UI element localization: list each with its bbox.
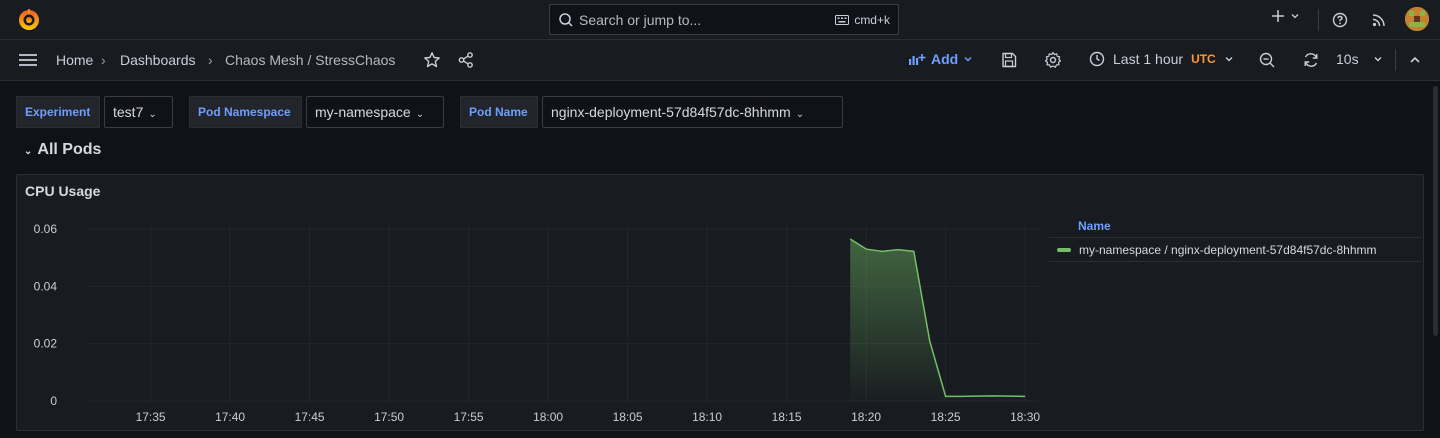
chevron-up-icon[interactable] xyxy=(1408,53,1422,67)
variable-select-pod-namespace[interactable]: my-namespace ⌄ xyxy=(306,96,444,128)
search-shortcut: cmd+k xyxy=(835,13,890,27)
legend-series-name: my-namespace / nginx-deployment-57d84f57… xyxy=(1079,242,1377,257)
y-tick-label: 0.06 xyxy=(34,222,58,236)
top-bar: Search or jump to... cmd+k xyxy=(0,0,1440,40)
y-tick-label: 0.02 xyxy=(34,337,58,351)
x-tick-label: 17:45 xyxy=(295,410,325,424)
refresh-icon[interactable] xyxy=(1302,51,1320,69)
chevron-down-icon xyxy=(1374,57,1382,62)
new-dropdown-button[interactable] xyxy=(1270,8,1301,24)
variable-label-experiment: Experiment xyxy=(16,96,100,128)
refresh-interval-picker[interactable]: 10s xyxy=(1336,51,1383,67)
avatar[interactable] xyxy=(1405,7,1429,31)
grafana-logo-icon[interactable] xyxy=(17,8,41,32)
variable-select-pod-name[interactable]: nginx-deployment-57d84f57dc-8hhmm ⌄ xyxy=(542,96,843,128)
divider xyxy=(1395,49,1396,71)
x-tick-label: 18:30 xyxy=(1010,410,1040,424)
y-tick-label: 0 xyxy=(50,394,57,408)
x-tick-label: 18:15 xyxy=(772,410,802,424)
x-tick-label: 18:10 xyxy=(692,410,722,424)
variable-select-experiment[interactable]: test7 ⌄ xyxy=(104,96,173,128)
breadcrumb-separator: › xyxy=(208,52,213,68)
help-icon[interactable] xyxy=(1332,12,1348,28)
row-header-all-pods[interactable]: ⌄ All Pods xyxy=(24,141,101,159)
divider xyxy=(1318,9,1319,31)
time-picker-button[interactable]: Last 1 hour UTC xyxy=(1089,51,1234,67)
breadcrumb-separator: › xyxy=(101,52,106,68)
chevron-down-icon: ⌄ xyxy=(415,109,425,120)
x-tick-label: 18:00 xyxy=(533,410,563,424)
timezone-label: UTC xyxy=(1191,52,1216,66)
chevron-down-icon xyxy=(1291,14,1299,19)
chevron-down-icon: ⌄ xyxy=(795,109,805,120)
zoom-out-icon[interactable] xyxy=(1258,51,1276,69)
search-icon xyxy=(559,13,573,27)
refresh-interval-label: 10s xyxy=(1336,51,1359,67)
rss-icon[interactable] xyxy=(1371,12,1387,28)
x-tick-label: 17:50 xyxy=(374,410,404,424)
x-tick-label: 18:25 xyxy=(931,410,961,424)
save-icon[interactable] xyxy=(1000,51,1018,69)
breadcrumb-current: Chaos Mesh / StressChaos xyxy=(225,52,396,68)
panel-cpu-usage[interactable]: CPU Usage 0 0.02 0.04 0.06 17:35 17:40 17:45 17… xyxy=(16,174,1424,431)
legend-header[interactable]: Name xyxy=(1078,219,1111,233)
x-tick-label: 18:05 xyxy=(613,410,643,424)
share-icon[interactable] xyxy=(457,51,475,69)
variable-label-pod-namespace: Pod Namespace xyxy=(189,96,302,128)
keyboard-icon xyxy=(835,15,850,25)
y-tick-label: 0.04 xyxy=(34,279,58,293)
series-area xyxy=(850,239,1026,401)
breadcrumb-dashboards[interactable]: Dashboards xyxy=(120,52,196,68)
x-tick-label: 17:35 xyxy=(136,410,166,424)
time-range-label: Last 1 hour xyxy=(1113,51,1184,67)
x-tick-label: 17:40 xyxy=(215,410,245,424)
chevron-down-icon xyxy=(964,56,972,62)
legend-item[interactable]: my-namespace / nginx-deployment-57d84f57… xyxy=(1049,237,1421,262)
add-button[interactable]: Add xyxy=(908,51,973,67)
variable-label-pod-name: Pod Name xyxy=(460,96,538,128)
add-label: Add xyxy=(931,51,959,67)
clock-icon xyxy=(1089,51,1105,67)
add-panel-icon xyxy=(909,54,926,65)
breadcrumb-home[interactable]: Home xyxy=(56,52,93,68)
chevron-down-icon: ⌄ xyxy=(24,146,33,157)
star-icon[interactable] xyxy=(423,51,441,69)
scrollbar[interactable] xyxy=(1433,86,1438,336)
chevron-down-icon: ⌄ xyxy=(148,109,157,120)
search-placeholder: Search or jump to... xyxy=(579,12,702,28)
legend-swatch xyxy=(1057,247,1071,252)
cpu-usage-chart: 0 0.02 0.04 0.06 17:35 17:40 17:45 17:50 17:55 18… xyxy=(34,222,1041,424)
search-input[interactable]: Search or jump to... cmd+k xyxy=(549,4,899,35)
x-tick-label: 18:20 xyxy=(851,410,881,424)
chevron-down-icon xyxy=(1225,57,1233,62)
menu-icon[interactable] xyxy=(18,52,38,68)
dashboard-nav-bar: Home › Dashboards › Chaos Mesh / StressC… xyxy=(0,40,1440,81)
plus-icon xyxy=(1272,10,1284,22)
settings-gear-icon[interactable] xyxy=(1044,51,1062,69)
x-tick-label: 17:55 xyxy=(454,410,484,424)
